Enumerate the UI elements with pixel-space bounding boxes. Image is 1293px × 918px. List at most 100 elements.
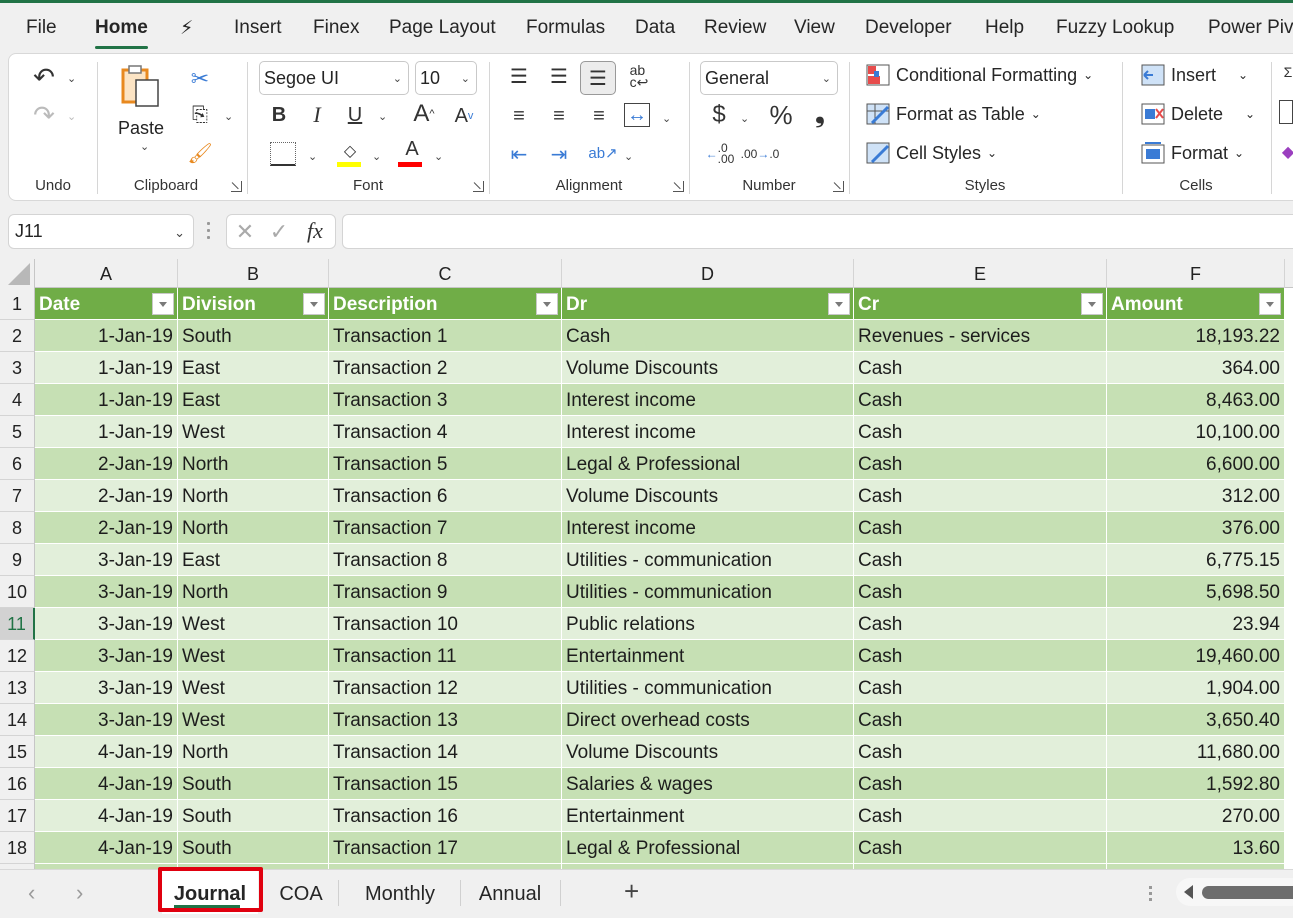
clear-icon[interactable]: ◆ bbox=[1281, 142, 1293, 162]
cell-description[interactable]: Transaction 11 bbox=[329, 640, 562, 672]
cell-amount[interactable]: 364.00 bbox=[1107, 352, 1285, 384]
cell-division[interactable]: South bbox=[178, 832, 329, 864]
conditional-formatting-button[interactable]: Conditional Formatting ⌄ bbox=[866, 64, 1093, 86]
cell-division[interactable]: West bbox=[178, 672, 329, 704]
row-header[interactable]: 7 bbox=[0, 480, 35, 512]
bold-button[interactable]: B bbox=[268, 102, 290, 128]
cell-cr[interactable]: Cash bbox=[854, 576, 1107, 608]
header-cell-amount[interactable]: Amount bbox=[1107, 288, 1285, 320]
header-cell-date[interactable]: Date bbox=[35, 288, 178, 320]
column-header-e[interactable]: E bbox=[854, 259, 1107, 288]
middle-align-icon[interactable]: ☰ bbox=[546, 64, 572, 88]
tab-automate-icon[interactable]: ⚡ bbox=[180, 17, 193, 40]
decrease-font-size-icon[interactable]: Av bbox=[450, 102, 478, 130]
borders-icon[interactable] bbox=[270, 142, 296, 166]
cell-date[interactable]: 4-Jan-19 bbox=[35, 736, 178, 768]
cell-amount[interactable]: 1,904.00 bbox=[1107, 672, 1285, 704]
name-box[interactable]: J11 ⌄ bbox=[8, 214, 194, 249]
decrease-indent-icon[interactable]: ⇤ bbox=[506, 142, 532, 166]
cell-amount[interactable]: 13.60 bbox=[1107, 832, 1285, 864]
cell-description[interactable]: Transaction 6 bbox=[329, 480, 562, 512]
tab-developer[interactable]: Developer bbox=[865, 17, 952, 39]
copy-dropdown-icon[interactable]: ⌄ bbox=[224, 110, 233, 123]
cell-division[interactable]: West bbox=[178, 704, 329, 736]
fill-color-icon[interactable]: ◇ bbox=[338, 140, 362, 162]
row-header[interactable]: 8 bbox=[0, 512, 35, 544]
prev-sheet-icon[interactable]: ‹ bbox=[28, 880, 35, 906]
next-sheet-icon[interactable]: › bbox=[76, 880, 83, 906]
cell-dr[interactable]: Cash bbox=[562, 320, 854, 352]
align-right-icon[interactable]: ≡ bbox=[586, 104, 612, 128]
cell-division[interactable]: East bbox=[178, 544, 329, 576]
cell-description[interactable]: Transaction 14 bbox=[329, 736, 562, 768]
number-launcher-icon[interactable] bbox=[833, 181, 844, 192]
cell-dr[interactable]: Direct overhead costs bbox=[562, 704, 854, 736]
row-header[interactable]: 13 bbox=[0, 672, 35, 704]
cell-cr[interactable]: Cash bbox=[854, 768, 1107, 800]
cell-styles-button[interactable]: Cell Styles ⌄ bbox=[866, 142, 997, 164]
tab-finex[interactable]: Finex bbox=[313, 17, 359, 39]
percent-icon[interactable]: % bbox=[766, 100, 796, 130]
row-header[interactable]: 14 bbox=[0, 704, 35, 736]
cell-description[interactable]: Transaction 5 bbox=[329, 448, 562, 480]
fill-icon[interactable] bbox=[1279, 100, 1293, 124]
cell-division[interactable]: North bbox=[178, 480, 329, 512]
cell-division[interactable]: West bbox=[178, 608, 329, 640]
cell-date[interactable]: 3-Jan-19 bbox=[35, 704, 178, 736]
delete-cells-button[interactable]: Delete ⌄ bbox=[1141, 103, 1255, 125]
cell-division[interactable]: West bbox=[178, 640, 329, 672]
column-header-f[interactable]: F bbox=[1107, 259, 1285, 288]
format-painter-icon[interactable]: 🖌 bbox=[187, 140, 212, 166]
filter-dropdown-icon[interactable] bbox=[152, 293, 174, 315]
increase-indent-icon[interactable]: ⇥ bbox=[546, 142, 572, 166]
cell-description[interactable]: Transaction 17 bbox=[329, 832, 562, 864]
row-header[interactable]: 11 bbox=[0, 608, 35, 640]
currency-icon[interactable]: $ bbox=[708, 100, 730, 130]
cell-division[interactable]: South bbox=[178, 320, 329, 352]
cell-cr[interactable]: Cash bbox=[854, 704, 1107, 736]
filter-dropdown-icon[interactable] bbox=[303, 293, 325, 315]
sheet-tab-monthly[interactable]: Monthly bbox=[342, 870, 458, 914]
cell-cr[interactable]: Cash bbox=[854, 512, 1107, 544]
top-align-icon[interactable]: ☰ bbox=[506, 64, 532, 88]
currency-dropdown-icon[interactable]: ⌄ bbox=[740, 112, 749, 125]
cell-amount[interactable]: 6,600.00 bbox=[1107, 448, 1285, 480]
cell-dr[interactable]: Volume Discounts bbox=[562, 736, 854, 768]
cell-cr[interactable]: Cash bbox=[854, 672, 1107, 704]
cell-date[interactable]: 3-Jan-19 bbox=[35, 576, 178, 608]
underline-button[interactable]: U bbox=[344, 102, 366, 128]
cell-cr[interactable]: Cash bbox=[854, 608, 1107, 640]
cell-date[interactable]: 1-Jan-19 bbox=[35, 320, 178, 352]
comma-style-icon[interactable]: ❟ bbox=[810, 100, 830, 130]
cell-dr[interactable]: Entertainment bbox=[562, 640, 854, 672]
cell-amount[interactable]: 11,680.00 bbox=[1107, 736, 1285, 768]
increase-font-size-icon[interactable]: A ^ bbox=[410, 100, 438, 128]
redo-icon[interactable]: ↷ bbox=[29, 100, 59, 130]
cut-icon[interactable]: ✂ bbox=[188, 66, 212, 92]
header-cell-dr[interactable]: Dr bbox=[562, 288, 854, 320]
cell-dr[interactable]: Salaries & wages bbox=[562, 768, 854, 800]
cell-dr[interactable]: Interest income bbox=[562, 384, 854, 416]
cell-description[interactable]: Transaction 2 bbox=[329, 352, 562, 384]
wrap-text-icon[interactable]: ab c↩ bbox=[626, 62, 652, 90]
undo-icon[interactable]: ↶ bbox=[29, 62, 59, 92]
undo-dropdown-icon[interactable]: ⌄ bbox=[67, 72, 76, 85]
filter-dropdown-icon[interactable] bbox=[536, 293, 558, 315]
select-all-button[interactable] bbox=[0, 259, 35, 288]
row-header[interactable]: 3 bbox=[0, 352, 35, 384]
tab-power-piv[interactable]: Power Piv bbox=[1208, 17, 1293, 39]
italic-button[interactable]: I bbox=[306, 102, 328, 128]
cell-date[interactable]: 3-Jan-19 bbox=[35, 640, 178, 672]
number-format-dropdown[interactable]: General ⌄ bbox=[700, 61, 838, 95]
row-header[interactable]: 17 bbox=[0, 800, 35, 832]
cell-cr[interactable]: Cash bbox=[854, 832, 1107, 864]
tab-formulas[interactable]: Formulas bbox=[526, 17, 605, 39]
cell-cr[interactable]: Cash bbox=[854, 384, 1107, 416]
borders-dropdown-icon[interactable]: ⌄ bbox=[308, 150, 317, 163]
header-cell-description[interactable]: Description bbox=[329, 288, 562, 320]
merge-dropdown-icon[interactable]: ⌄ bbox=[662, 112, 671, 125]
fill-color-dropdown-icon[interactable]: ⌄ bbox=[372, 150, 381, 163]
row-header[interactable]: 10 bbox=[0, 576, 35, 608]
cell-description[interactable]: Transaction 15 bbox=[329, 768, 562, 800]
cell-dr[interactable]: Interest income bbox=[562, 512, 854, 544]
